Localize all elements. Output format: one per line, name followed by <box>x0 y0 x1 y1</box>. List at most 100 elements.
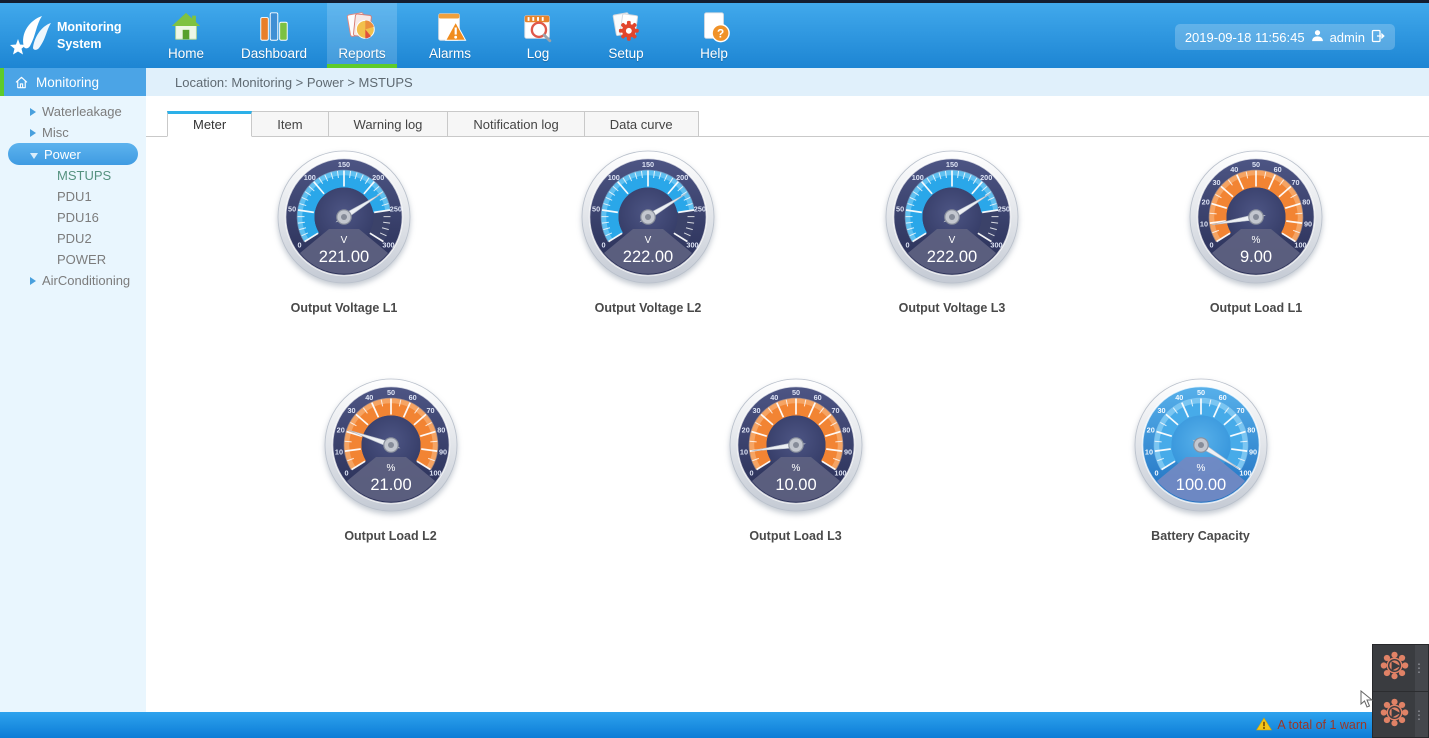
nav-label: Reports <box>338 46 385 61</box>
svg-text:0: 0 <box>749 468 753 477</box>
tree-label: PDU16 <box>57 210 99 225</box>
chevron-right-icon <box>30 108 36 116</box>
gauge-row-2: 0102030405060708090100%21.00Output Load … <box>146 373 1429 543</box>
svg-text:80: 80 <box>1247 425 1255 434</box>
sidebar: Monitoring Waterleakage Misc Power MSTUPS PD… <box>0 68 146 712</box>
svg-text:30: 30 <box>1157 406 1165 415</box>
reports-icon <box>345 7 379 44</box>
recorder-menu-dots[interactable]: ⋮ <box>1413 661 1425 675</box>
sidebar-item-airconditioning[interactable]: AirConditioning <box>0 270 146 291</box>
tab-warning-log[interactable]: Warning log <box>329 111 449 137</box>
logout-icon[interactable] <box>1371 29 1385 46</box>
tree-label: Power <box>44 147 81 162</box>
gauge-unit: % <box>791 463 800 474</box>
svg-text:60: 60 <box>813 393 821 402</box>
svg-text:100: 100 <box>1294 240 1306 249</box>
svg-text:200: 200 <box>980 173 992 182</box>
gauge-label: Output Load L1 <box>1210 301 1302 315</box>
svg-text:300: 300 <box>990 240 1002 249</box>
svg-text:50: 50 <box>592 205 600 214</box>
alarms-icon <box>433 7 467 44</box>
svg-text:0: 0 <box>344 468 348 477</box>
sidebar-item-waterleakage[interactable]: Waterleakage <box>0 101 146 122</box>
tab-meter[interactable]: Meter <box>167 111 252 137</box>
svg-text:50: 50 <box>288 205 296 214</box>
svg-text:20: 20 <box>336 425 344 434</box>
svg-text:10: 10 <box>739 448 747 457</box>
gauge-value: 9.00 <box>1240 248 1272 266</box>
help-icon: ? <box>697 7 731 44</box>
nav-item-dashboard[interactable]: Dashboard <box>239 3 309 68</box>
svg-text:150: 150 <box>642 160 654 169</box>
recorder-tile[interactable]: ⋮ <box>1373 692 1428 738</box>
sidebar-item-power[interactable]: POWER <box>0 249 146 270</box>
recorder-menu-dots[interactable]: ⋮ <box>1413 708 1425 722</box>
warning-text: A total of 1 warn <box>1277 718 1367 732</box>
svg-text:50: 50 <box>386 388 394 397</box>
svg-text:90: 90 <box>1304 220 1312 229</box>
content-panel: Location: Monitoring > Power > MSTUPS Me… <box>146 68 1429 712</box>
tree-label: AirConditioning <box>42 273 130 288</box>
svg-text:100: 100 <box>304 173 316 182</box>
svg-text:200: 200 <box>676 173 688 182</box>
svg-text:40: 40 <box>770 393 778 402</box>
tree-label: POWER <box>57 252 106 267</box>
tree-label: Waterleakage <box>42 104 122 119</box>
device-tree: Waterleakage Misc Power MSTUPS PDU1 PDU16 PDU2… <box>0 96 146 291</box>
home-icon <box>169 7 203 44</box>
sidebar-item-power[interactable]: Power <box>8 143 138 165</box>
gauge-label: Output Load L2 <box>344 529 436 543</box>
tab-item[interactable]: Item <box>252 111 328 137</box>
svg-text:30: 30 <box>347 406 355 415</box>
sidebar-item-misc[interactable]: Misc <box>0 122 146 143</box>
nav-item-home[interactable]: Home <box>151 3 221 68</box>
svg-text:40: 40 <box>365 393 373 402</box>
tree-label: PDU1 <box>57 189 92 204</box>
gauge-value: 100.00 <box>1175 476 1225 494</box>
sidebar-item-pdu16[interactable]: PDU16 <box>0 207 146 228</box>
nav-item-log[interactable]: Log <box>503 3 573 68</box>
nav-item-help[interactable]: ? Help <box>679 3 749 68</box>
sidebar-item-pdu2[interactable]: PDU2 <box>0 228 146 249</box>
nav-label: Help <box>700 46 728 61</box>
mouse-cursor <box>1360 690 1374 713</box>
svg-text:100: 100 <box>912 173 924 182</box>
gauge-row-1: 050100150200250300V221.00Output Voltage … <box>146 145 1429 315</box>
breadcrumb: Location: Monitoring > Power > MSTUPS <box>146 68 1429 96</box>
tree-label: PDU2 <box>57 231 92 246</box>
gauge-battery-capacity: 0102030405060708090100%100.00Battery Cap… <box>998 373 1403 543</box>
svg-text:80: 80 <box>1302 197 1310 206</box>
datetime-label: 2019-09-18 11:56:45 <box>1185 30 1305 45</box>
dashboard-icon <box>257 7 291 44</box>
warning-status[interactable]: A total of 1 warn <box>1256 717 1367 734</box>
tree-label: Misc <box>42 125 69 140</box>
svg-text:70: 70 <box>426 406 434 415</box>
recorder-tile[interactable]: ⋮ <box>1373 645 1428 692</box>
sidebar-header-monitoring[interactable]: Monitoring <box>0 68 146 96</box>
svg-text:50: 50 <box>1252 160 1260 169</box>
svg-text:0: 0 <box>1154 468 1158 477</box>
gauge-value: 21.00 <box>370 476 411 494</box>
tree-label: MSTUPS <box>57 168 111 183</box>
svg-text:40: 40 <box>1175 393 1183 402</box>
svg-text:20: 20 <box>741 425 749 434</box>
svg-text:10: 10 <box>1144 448 1152 457</box>
nav-item-alarms[interactable]: Alarms <box>415 3 485 68</box>
gauge-unit: V <box>341 235 348 246</box>
user-session-pill[interactable]: 2019-09-18 11:56:45 admin <box>1175 24 1395 50</box>
svg-text:250: 250 <box>998 205 1010 214</box>
gauge-value: 10.00 <box>775 476 816 494</box>
sidebar-item-mstups[interactable]: MSTUPS <box>0 165 146 186</box>
home-outline-icon <box>14 75 29 90</box>
tab-notification-log[interactable]: Notification log <box>448 111 584 137</box>
screen-recorder-overlay[interactable]: ⋮⋮ <box>1372 644 1429 738</box>
status-bar: A total of 1 warn <box>0 712 1429 738</box>
gauge-unit: % <box>1196 463 1205 474</box>
gauge-dial: 050100150200250300V222.00 <box>573 145 723 295</box>
nav-item-setup[interactable]: Setup <box>591 3 661 68</box>
tab-data-curve[interactable]: Data curve <box>585 111 699 137</box>
nav-item-reports[interactable]: Reports <box>327 3 397 68</box>
svg-text:?: ? <box>717 26 724 40</box>
sidebar-item-pdu1[interactable]: PDU1 <box>0 186 146 207</box>
warning-icon <box>1256 717 1272 734</box>
